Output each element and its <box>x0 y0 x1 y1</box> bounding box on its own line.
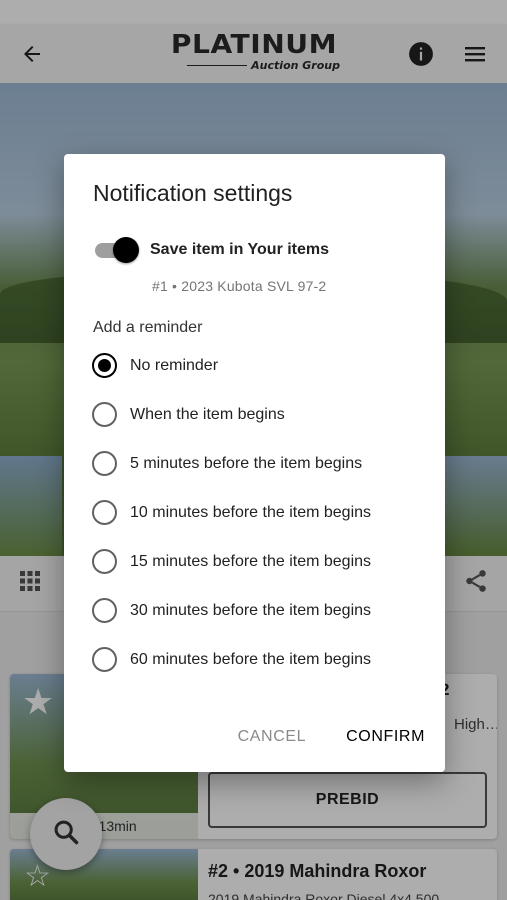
toggle-thumb <box>113 237 139 263</box>
reminder-option-label: 60 minutes before the item begins <box>130 650 372 668</box>
radio-button[interactable] <box>92 451 117 476</box>
reminder-option-10-min[interactable]: 10 minutes before the item begins <box>92 500 371 525</box>
confirm-button[interactable]: CONFIRM <box>346 728 425 746</box>
dialog-actions: CANCEL CONFIRM <box>238 728 425 746</box>
reminder-option-label: When the item begins <box>130 405 285 423</box>
radio-button[interactable] <box>92 598 117 623</box>
save-item-toggle[interactable] <box>93 236 139 264</box>
reminder-option-none[interactable]: No reminder <box>92 353 218 378</box>
dialog-title: Notification settings <box>93 180 293 206</box>
reminder-option-label: 10 minutes before the item begins <box>130 503 372 521</box>
reminder-option-60-min[interactable]: 60 minutes before the item begins <box>92 647 371 672</box>
radio-button-checked[interactable] <box>92 353 117 378</box>
save-item-label: Save item in Your items <box>150 241 330 258</box>
reminder-option-30-min[interactable]: 30 minutes before the item begins <box>92 598 371 623</box>
save-item-toggle-row[interactable]: Save item in Your items <box>93 236 329 264</box>
reminder-section-label: Add a reminder <box>93 319 203 336</box>
radio-button[interactable] <box>92 647 117 672</box>
item-reference: #1 • 2023 Kubota SVL 97-2 <box>152 278 327 294</box>
radio-button[interactable] <box>92 500 117 525</box>
reminder-option-label: 5 minutes before the item begins <box>130 454 363 472</box>
reminder-option-label: No reminder <box>130 356 219 374</box>
reminder-option-when-begins[interactable]: When the item begins <box>92 402 285 427</box>
notification-settings-dialog: Notification settings Save item in Your … <box>64 154 445 772</box>
reminder-option-5-min[interactable]: 5 minutes before the item begins <box>92 451 362 476</box>
cancel-button[interactable]: CANCEL <box>238 728 307 746</box>
radio-button[interactable] <box>92 402 117 427</box>
radio-button[interactable] <box>92 549 117 574</box>
reminder-option-label: 30 minutes before the item begins <box>130 601 372 619</box>
reminder-option-15-min[interactable]: 15 minutes before the item begins <box>92 549 371 574</box>
reminder-option-label: 15 minutes before the item begins <box>130 552 372 570</box>
